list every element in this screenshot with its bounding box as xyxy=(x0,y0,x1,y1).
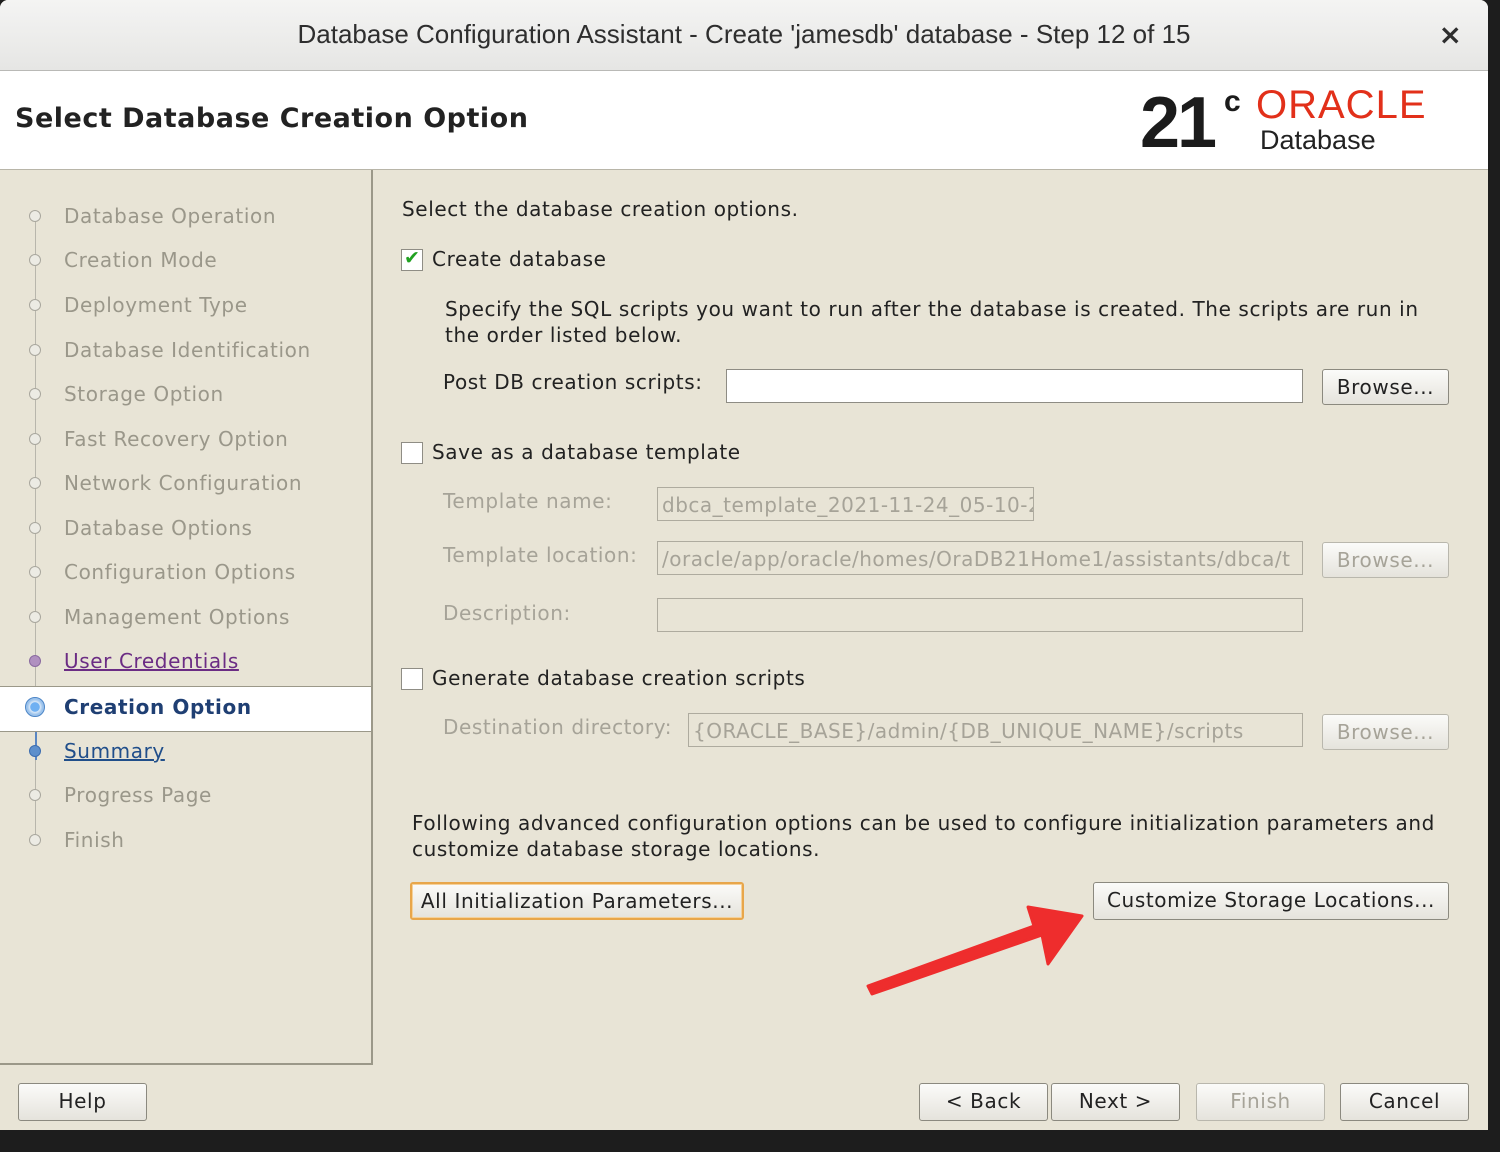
annotation-arrow xyxy=(866,905,1084,996)
annotation-arrow-path xyxy=(866,905,1084,996)
